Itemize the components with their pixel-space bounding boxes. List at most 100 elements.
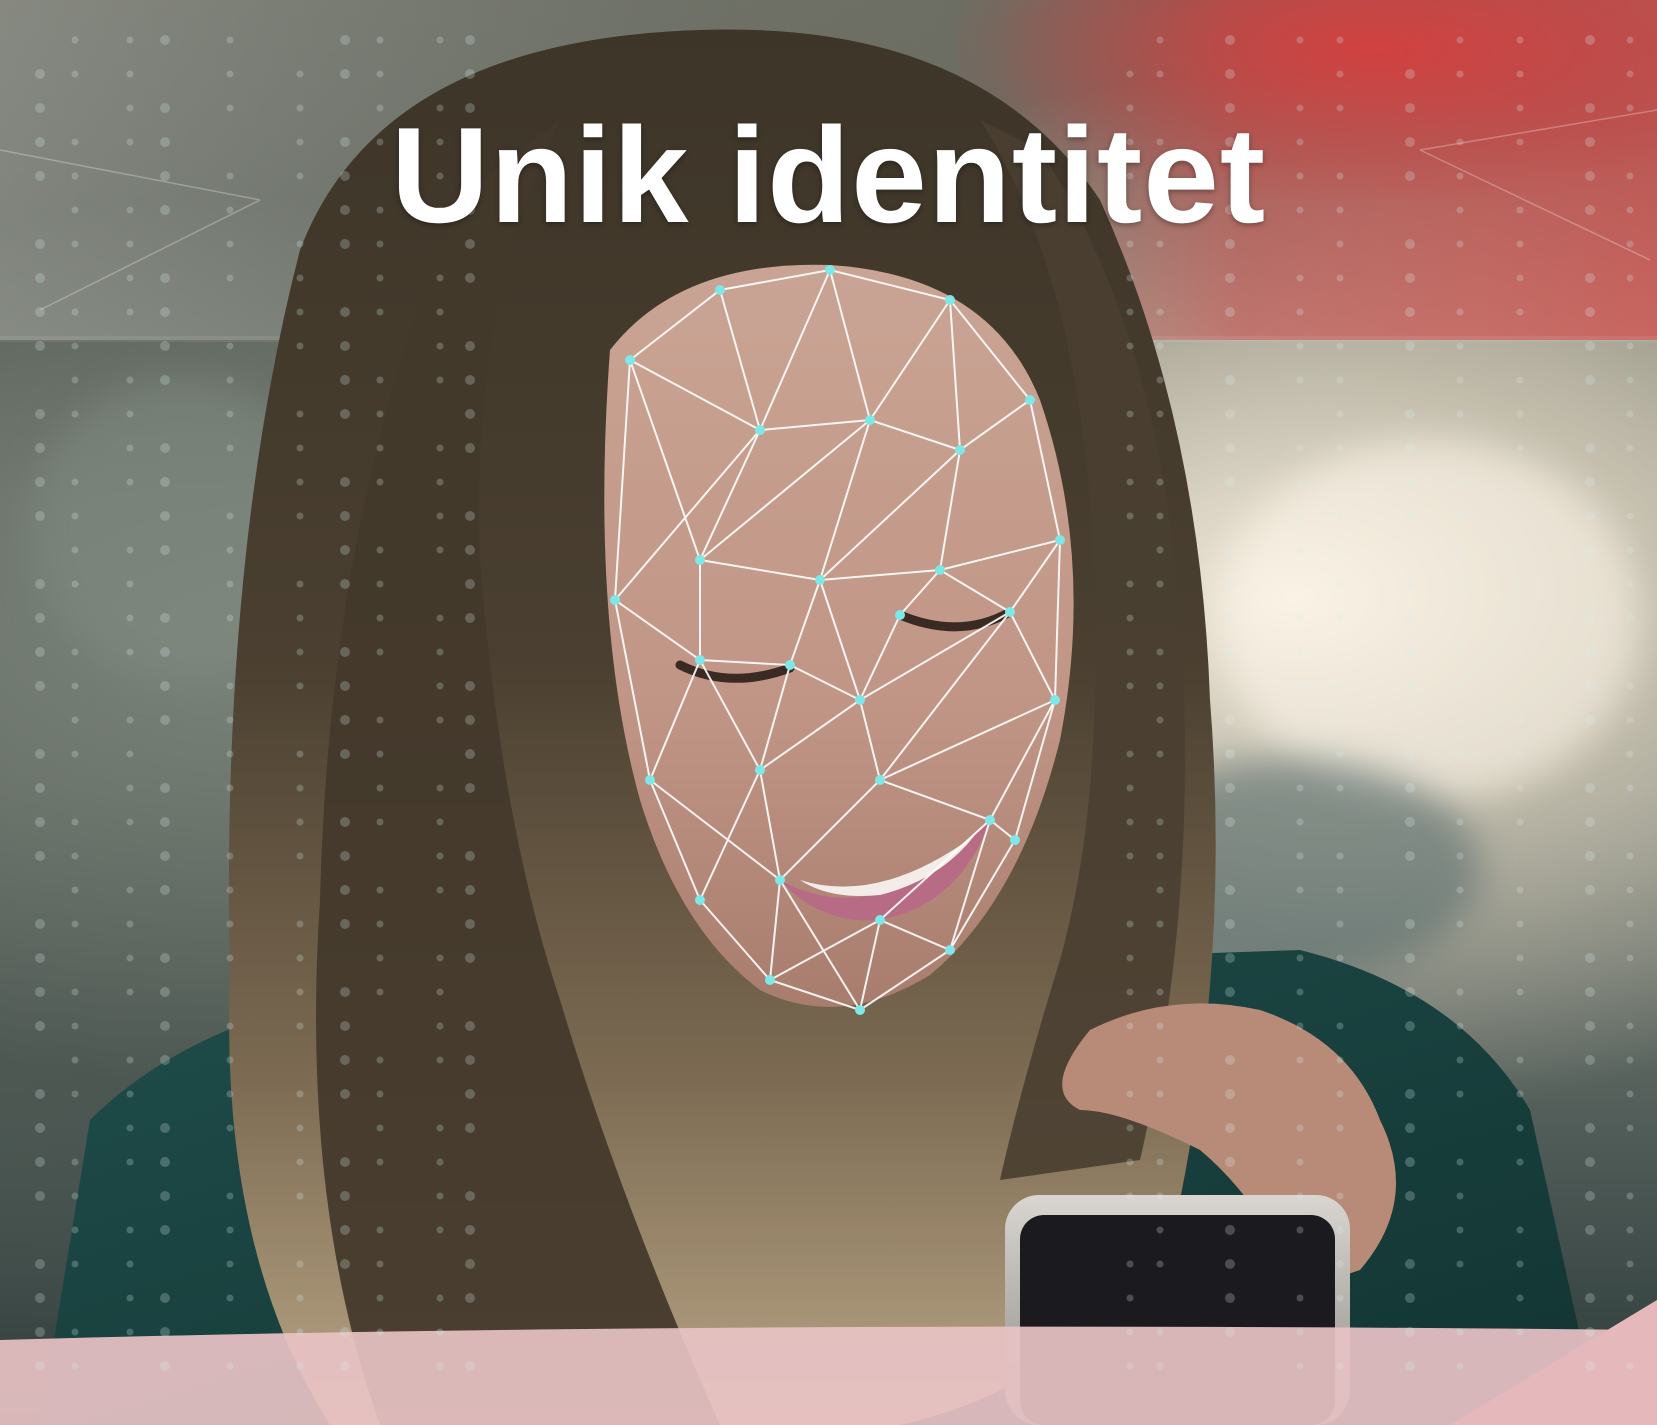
overlay-dot <box>1156 1362 1164 1370</box>
overlay-dot <box>465 681 475 691</box>
overlay-dot <box>1336 1124 1344 1132</box>
overlay-dot <box>71 1328 79 1336</box>
overlay-dot <box>296 70 304 78</box>
overlay-dot <box>296 1362 304 1370</box>
overlay-dot <box>1405 1157 1415 1167</box>
overlay-dot <box>1156 648 1164 656</box>
overlay-dot <box>1585 307 1595 317</box>
overlay-dot <box>1516 1090 1524 1098</box>
overlay-dot <box>376 274 384 282</box>
overlay-dot <box>1405 1327 1415 1337</box>
overlay-dot <box>1296 648 1304 656</box>
overlay-dot <box>296 580 304 588</box>
overlay-dot <box>376 1056 384 1064</box>
overlay-dot <box>1126 1260 1134 1268</box>
overlay-dot <box>1626 70 1634 78</box>
overlay-dot <box>160 511 170 521</box>
overlay-dot <box>436 308 444 316</box>
overlay-dot <box>1626 954 1634 962</box>
overlay-dot <box>465 409 475 419</box>
overlay-dot <box>436 818 444 826</box>
overlay-dot <box>340 885 350 895</box>
overlay-dot <box>35 511 45 521</box>
overlay-dot <box>1456 308 1464 316</box>
overlay-dot <box>71 478 79 486</box>
overlay-dot <box>1225 1327 1235 1337</box>
overlay-dot <box>71 1056 79 1064</box>
overlay-dot <box>296 410 304 418</box>
overlay-dot <box>340 35 350 45</box>
overlay-dot <box>436 342 444 350</box>
overlay-dot <box>340 511 350 521</box>
overlay-dot <box>1156 716 1164 724</box>
overlay-dot <box>436 376 444 384</box>
overlay-dot <box>1156 818 1164 826</box>
overlay-dot <box>296 1158 304 1166</box>
overlay-dot <box>296 750 304 758</box>
photo-stage: Unik identitet <box>0 0 1657 1425</box>
overlay-dot <box>1626 1022 1634 1030</box>
overlay-dot <box>1336 682 1344 690</box>
overlay-dot <box>376 36 384 44</box>
overlay-dot <box>35 1123 45 1133</box>
overlay-dot <box>126 1226 134 1234</box>
overlay-dot <box>1585 545 1595 555</box>
overlay-dot <box>71 546 79 554</box>
overlay-dot <box>465 1225 475 1235</box>
overlay-dot <box>436 784 444 792</box>
overlay-dot <box>226 444 234 452</box>
overlay-dot <box>376 716 384 724</box>
overlay-dot <box>226 274 234 282</box>
overlay-dot <box>1225 1293 1235 1303</box>
overlay-dot <box>1225 885 1235 895</box>
overlay-dot <box>1405 1361 1415 1371</box>
overlay-dot <box>1225 1225 1235 1235</box>
overlay-dot <box>340 1191 350 1201</box>
overlay-dot <box>436 716 444 724</box>
overlay-dot <box>340 987 350 997</box>
overlay-dot <box>71 376 79 384</box>
overlay-dot <box>340 69 350 79</box>
overlay-dot <box>1296 546 1304 554</box>
overlay-dot <box>1456 1090 1464 1098</box>
overlay-dot <box>465 69 475 79</box>
overlay-dot <box>1126 1328 1134 1336</box>
overlay-dot <box>1516 750 1524 758</box>
overlay-dot <box>436 1056 444 1064</box>
overlay-dot <box>226 716 234 724</box>
overlay-dot <box>1296 1158 1304 1166</box>
overlay-dot <box>126 716 134 724</box>
overlay-dot <box>1336 1226 1344 1234</box>
overlay-dot <box>465 749 475 759</box>
overlay-dot <box>1296 36 1304 44</box>
overlay-dot <box>340 1259 350 1269</box>
overlay-dot <box>1156 546 1164 554</box>
overlay-dot <box>226 342 234 350</box>
overlay-dot <box>1585 715 1595 725</box>
overlay-dot <box>160 715 170 725</box>
overlay-dot <box>1225 647 1235 657</box>
overlay-dot <box>1516 1226 1524 1234</box>
overlay-dot <box>340 1225 350 1235</box>
overlay-dot <box>226 1192 234 1200</box>
overlay-dot <box>465 511 475 521</box>
overlay-dot <box>1296 478 1304 486</box>
overlay-dot <box>1516 716 1524 724</box>
overlay-dot <box>296 648 304 656</box>
overlay-dot <box>35 851 45 861</box>
overlay-dot <box>1516 274 1524 282</box>
overlay-dot <box>71 580 79 588</box>
overlay-dot <box>160 1361 170 1371</box>
overlay-dot <box>1225 953 1235 963</box>
overlay-dot <box>71 886 79 894</box>
overlay-dot <box>1585 681 1595 691</box>
overlay-dot <box>296 1022 304 1030</box>
overlay-dot <box>376 886 384 894</box>
overlay-dot <box>1126 478 1134 486</box>
overlay-dot <box>1405 579 1415 589</box>
overlay-dot <box>226 36 234 44</box>
overlay-dot <box>160 273 170 283</box>
overlay-dot <box>376 648 384 656</box>
overlay-dot <box>1156 342 1164 350</box>
overlay-dot <box>35 69 45 79</box>
